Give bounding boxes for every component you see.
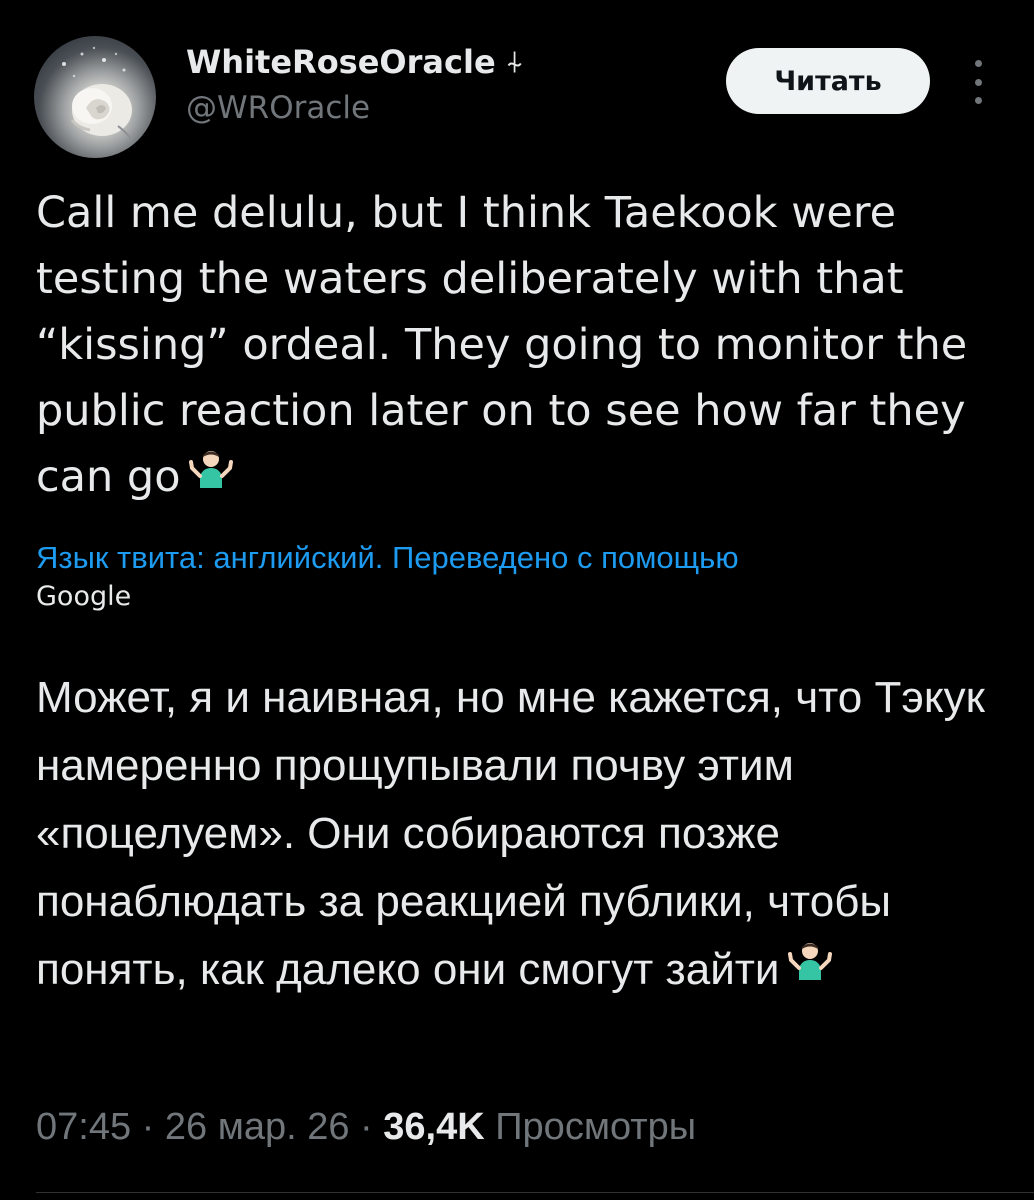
divider bbox=[36, 1192, 1034, 1193]
person-shrugging-emoji bbox=[787, 934, 832, 1002]
tweet-meta: 07:45 · 26 мар. 26 · 36,4K Просмотры bbox=[36, 1106, 696, 1149]
translated-text: Может, я и наивная, но мне кажется, что … bbox=[36, 664, 996, 1006]
views-label[interactable]: Просмотры bbox=[495, 1106, 696, 1149]
display-name-text: WhiteRoseOracle bbox=[186, 43, 496, 81]
google-translate-label: Google bbox=[36, 581, 132, 612]
white-rose-icon bbox=[62, 46, 133, 141]
name-symbol: ⍭ bbox=[505, 44, 524, 80]
tweet-text: Call me delulu, but I think Taekook were… bbox=[36, 180, 996, 513]
more-dot bbox=[974, 60, 982, 67]
more-vertical-icon[interactable] bbox=[966, 60, 990, 104]
meta-separator: · bbox=[131, 1106, 165, 1148]
meta-separator: · bbox=[349, 1106, 384, 1148]
more-dot bbox=[974, 97, 982, 104]
more-dot bbox=[974, 78, 982, 86]
translation-language-link[interactable]: Язык твита: английский. Переведено с пом… bbox=[36, 538, 996, 578]
tweet-text-body: Call me delulu, but I think Taekook were… bbox=[36, 188, 968, 502]
views-gap bbox=[485, 1106, 496, 1149]
tweet-header: WhiteRoseOracle ⍭ @WROracle Читать bbox=[34, 34, 1000, 158]
tweet-date[interactable]: 26 мар. 26 bbox=[165, 1106, 350, 1149]
translated-text-body: Может, я и наивная, но мне кажется, что … bbox=[36, 673, 985, 994]
author-identity[interactable]: WhiteRoseOracle ⍭ @WROracle bbox=[186, 40, 524, 126]
person-shrugging-emoji bbox=[188, 443, 233, 509]
views-count[interactable]: 36,4K bbox=[383, 1106, 484, 1149]
translation-note: Язык твита: английский. Переведено с пом… bbox=[36, 538, 996, 616]
follow-button[interactable]: Читать bbox=[726, 48, 930, 114]
display-name[interactable]: WhiteRoseOracle ⍭ bbox=[186, 40, 524, 84]
tweet-time[interactable]: 07:45 bbox=[36, 1106, 131, 1149]
avatar[interactable] bbox=[34, 36, 156, 158]
user-handle[interactable]: @WROracle bbox=[186, 90, 524, 126]
